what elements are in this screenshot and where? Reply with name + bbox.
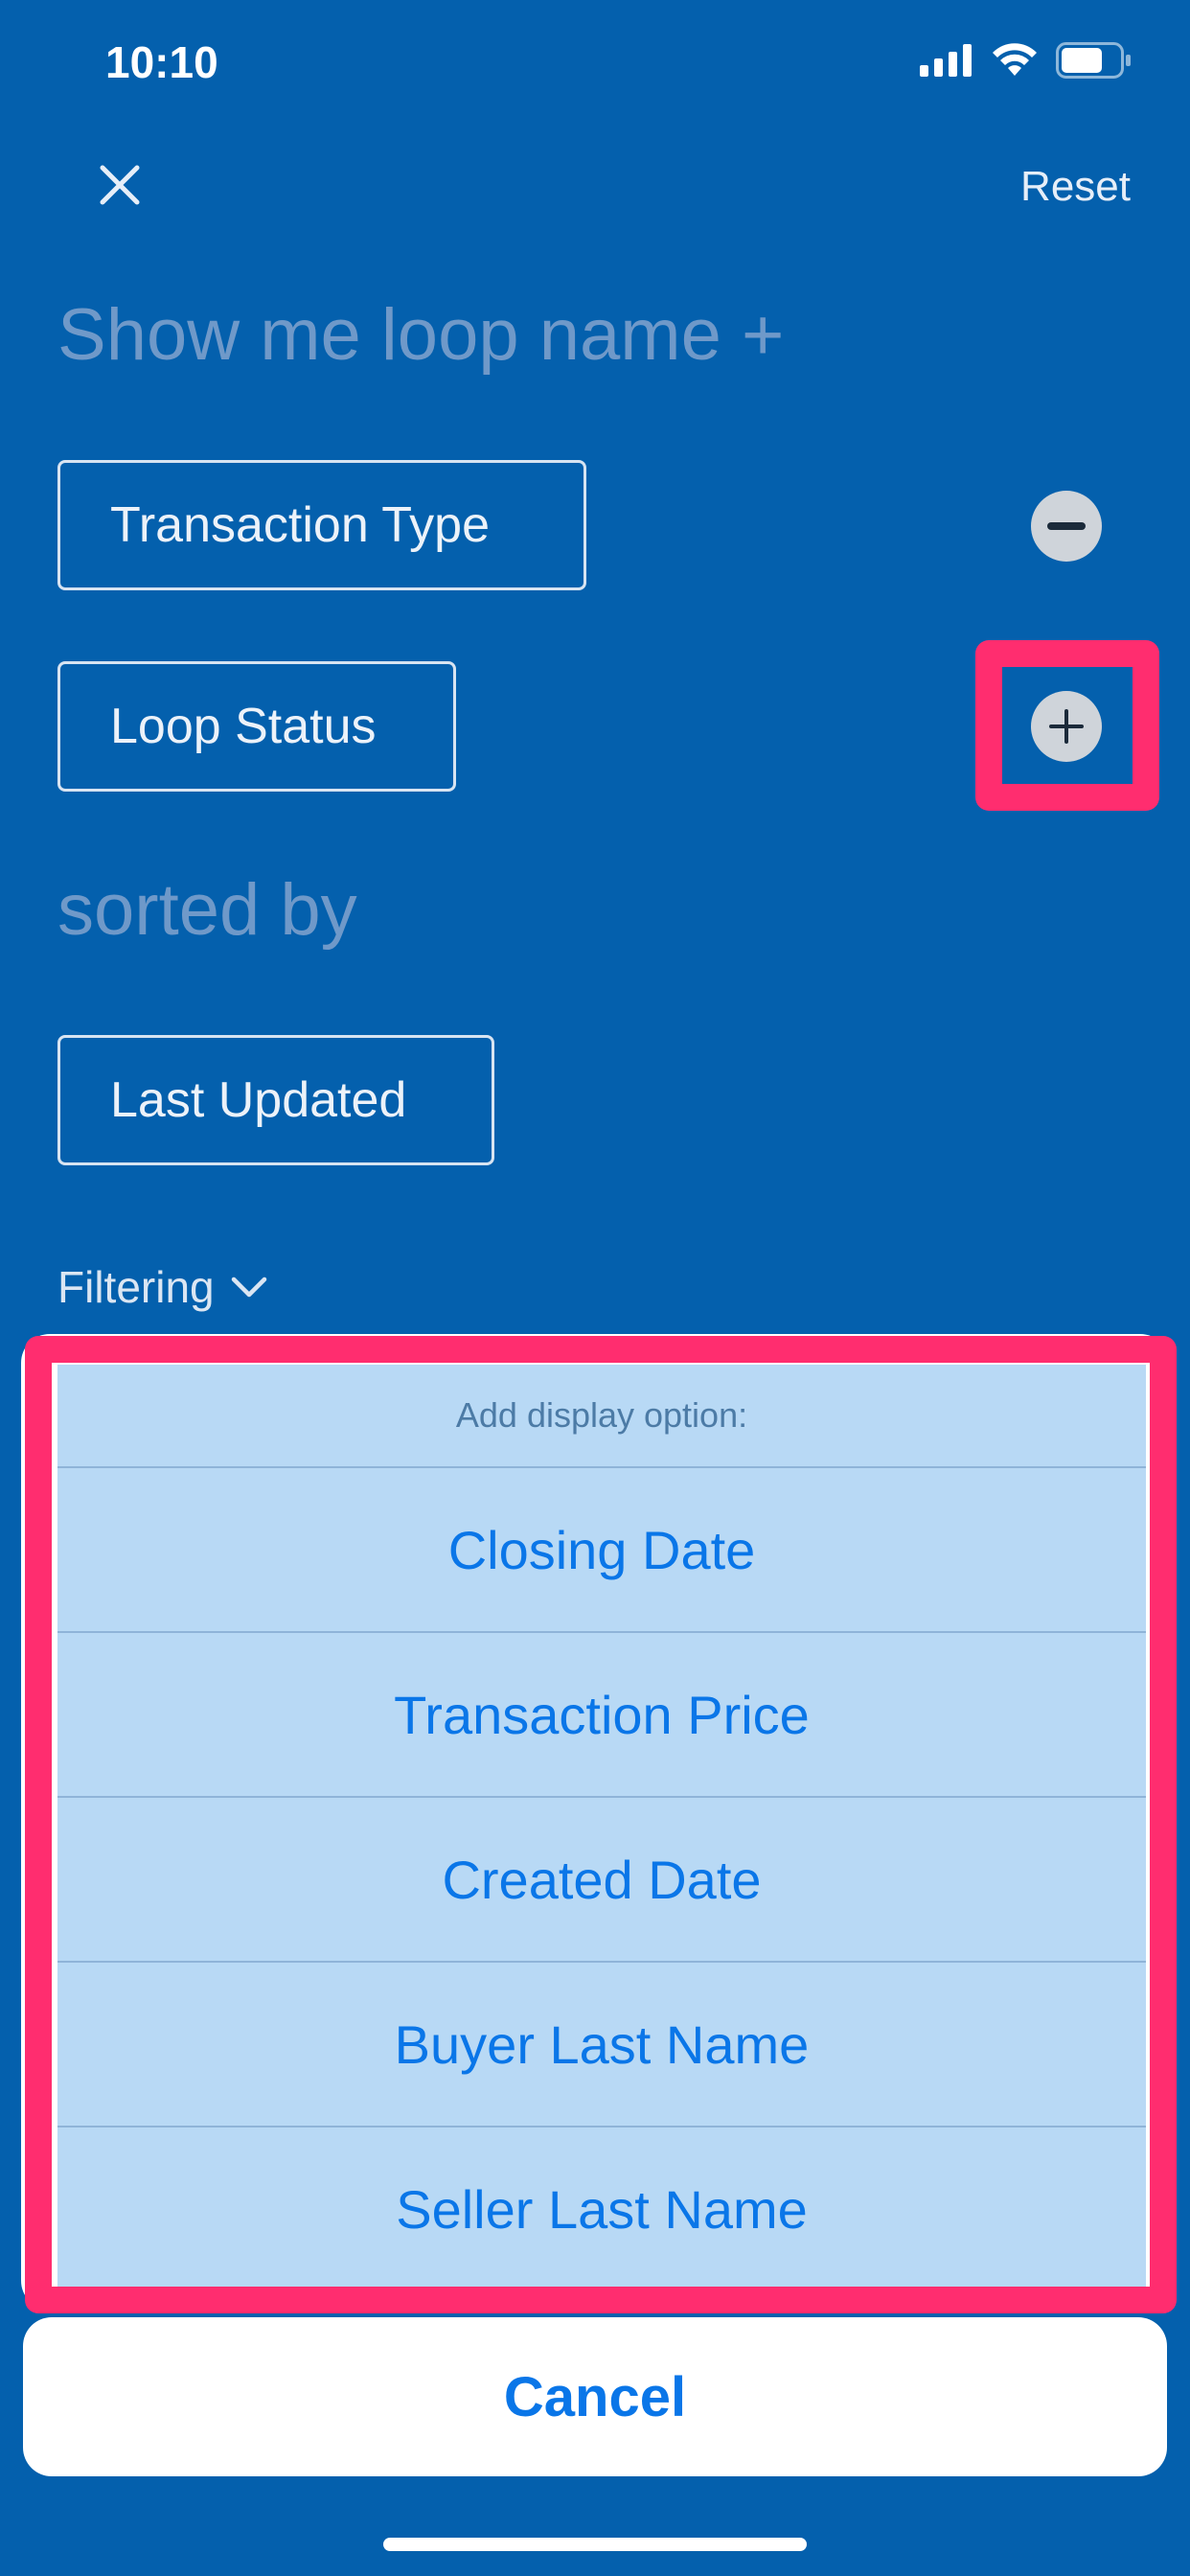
cancel-button[interactable]: Cancel	[23, 2317, 1167, 2476]
plus-icon	[1049, 709, 1084, 744]
field-transaction-type[interactable]: Transaction Type	[57, 460, 586, 590]
status-icons	[920, 42, 1133, 79]
close-button[interactable]	[88, 153, 151, 217]
chevron-down-icon	[231, 1276, 266, 1298]
filtering-toggle[interactable]: Filtering	[57, 1261, 268, 1313]
options-highlight	[25, 1336, 1177, 2313]
field-loop-status[interactable]: Loop Status	[57, 661, 456, 792]
cellular-signal-icon	[920, 44, 972, 77]
remove-field-button[interactable]	[1031, 491, 1102, 562]
add-field-button[interactable]	[1031, 691, 1102, 762]
filtering-label: Filtering	[57, 1262, 215, 1312]
close-icon	[100, 165, 140, 205]
status-time: 10:10	[105, 37, 218, 87]
minus-icon	[1047, 522, 1086, 530]
wifi-icon	[993, 43, 1037, 76]
home-indicator[interactable]	[383, 2538, 807, 2551]
field-last-updated[interactable]: Last Updated	[57, 1035, 494, 1165]
reset-button[interactable]: Reset	[1020, 163, 1131, 211]
page-heading: Show me loop name +	[57, 294, 785, 376]
sort-heading: sorted by	[57, 869, 357, 951]
battery-icon	[1056, 42, 1131, 79]
